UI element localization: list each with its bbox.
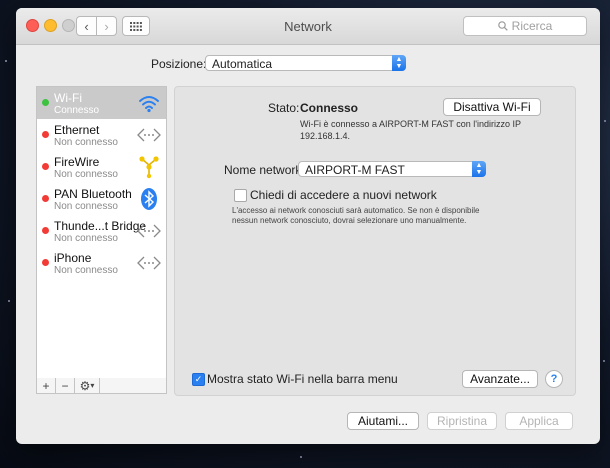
- service-status: Non connesso: [54, 169, 118, 180]
- status-label: Stato:: [268, 101, 300, 115]
- checkmark-icon: ✓: [194, 374, 203, 384]
- thunderbolt-bridge-icon: [137, 224, 161, 238]
- location-label: Posizione:: [151, 57, 207, 71]
- turn-off-wifi-button[interactable]: Disattiva Wi-Fi: [443, 98, 541, 116]
- network-preferences-window: ‹ › Network Ricerca Posizione: Automatic…: [16, 8, 600, 444]
- service-item-iphone[interactable]: iPhone Non connesso: [37, 247, 166, 279]
- ethernet-icon: [137, 128, 161, 142]
- ask-join-networks-checkbox[interactable]: [234, 189, 247, 202]
- wifi-icon: [139, 96, 159, 113]
- popup-arrows-icon: ▲ ▼: [472, 161, 486, 177]
- status-dot: [42, 163, 49, 170]
- service-item-pan-bluetooth[interactable]: PAN Bluetooth Non connesso: [37, 183, 166, 215]
- search-icon: [497, 21, 508, 31]
- service-status: Non connesso: [54, 201, 118, 212]
- bluetooth-icon: [141, 188, 157, 210]
- desktop-star: [5, 60, 7, 62]
- gear-icon: ⚙: [79, 378, 91, 393]
- revert-button[interactable]: Ripristina: [427, 412, 497, 430]
- ask-join-description: L'accesso ai network conosciuti sarà aut…: [232, 206, 480, 215]
- service-status: Non connesso: [54, 265, 118, 276]
- service-list-toolbar: + − ⚙ ▾: [36, 378, 167, 394]
- service-name: PAN Bluetooth: [54, 187, 132, 201]
- service-name: iPhone: [54, 251, 92, 265]
- service-item-wifi[interactable]: Wi-Fi Connesso: [37, 87, 166, 119]
- add-service-button[interactable]: +: [37, 378, 56, 393]
- service-status: Connesso: [54, 105, 100, 116]
- desktop-star: [300, 456, 302, 458]
- firewire-icon: [139, 156, 159, 179]
- help-button[interactable]: ?: [545, 370, 563, 388]
- iphone-connection-icon: [137, 256, 161, 270]
- status-dot: [42, 227, 49, 234]
- ask-join-networks-label: Chiedi di accedere a nuovi network: [250, 188, 437, 202]
- popup-arrows-icon: ▲ ▼: [392, 55, 406, 71]
- ask-join-description-2: nessun network conosciuto, dovrai selezi…: [232, 216, 467, 225]
- wifi-detail-panel: Stato: Connesso Disattiva Wi-Fi Wi-Fi è …: [174, 86, 576, 396]
- network-name-value: AIRPORT-M FAST: [305, 163, 405, 177]
- service-item-firewire[interactable]: FireWire Non connesso: [37, 151, 166, 183]
- action-menu-button[interactable]: ⚙ ▾: [75, 378, 100, 393]
- status-dot: [42, 131, 49, 138]
- status-value: Connesso: [300, 101, 359, 115]
- titlebar: ‹ › Network Ricerca: [16, 8, 600, 45]
- show-wifi-status-checkbox[interactable]: ✓: [192, 373, 205, 386]
- status-description: Wi-Fi è connesso a AIRPORT-M FAST con l'…: [300, 119, 521, 129]
- desktop-star: [603, 360, 605, 362]
- network-name-label: Nome network:: [224, 163, 305, 177]
- service-status: Non connesso: [54, 233, 118, 244]
- status-dot: [42, 99, 49, 106]
- show-wifi-status-label: Mostra stato Wi-Fi nella barra menu: [207, 372, 398, 386]
- service-status: Non connesso: [54, 137, 118, 148]
- remove-service-button[interactable]: −: [56, 378, 75, 393]
- status-dot: [42, 259, 49, 266]
- network-name-popup[interactable]: AIRPORT-M FAST ▲ ▼: [298, 161, 486, 177]
- desktop-star: [604, 120, 606, 122]
- location-value: Automatica: [212, 57, 273, 71]
- service-name: Ethernet: [54, 123, 100, 137]
- service-name: Thunde...t Bridge: [54, 219, 147, 233]
- service-item-ethernet[interactable]: Ethernet Non connesso: [37, 119, 166, 151]
- assist-me-button[interactable]: Aiutami...: [347, 412, 419, 430]
- apply-button[interactable]: Applica: [505, 412, 573, 430]
- search-placeholder: Ricerca: [511, 19, 553, 33]
- desktop-star: [8, 300, 10, 302]
- service-name: FireWire: [54, 155, 100, 169]
- status-dot: [42, 195, 49, 202]
- advanced-button[interactable]: Avanzate...: [462, 370, 538, 388]
- location-popup[interactable]: Automatica ▲ ▼: [205, 55, 406, 71]
- search-field[interactable]: Ricerca: [463, 16, 587, 36]
- service-list: Wi-Fi Connesso Ethernet Non connesso Fir…: [36, 86, 167, 379]
- service-name: Wi-Fi: [54, 91, 82, 105]
- ip-address: 192.168.1.4.: [300, 131, 351, 141]
- chevron-down-icon: ▾: [90, 381, 95, 390]
- service-item-thunderbolt-bridge[interactable]: Thunde...t Bridge Non connesso: [37, 215, 166, 247]
